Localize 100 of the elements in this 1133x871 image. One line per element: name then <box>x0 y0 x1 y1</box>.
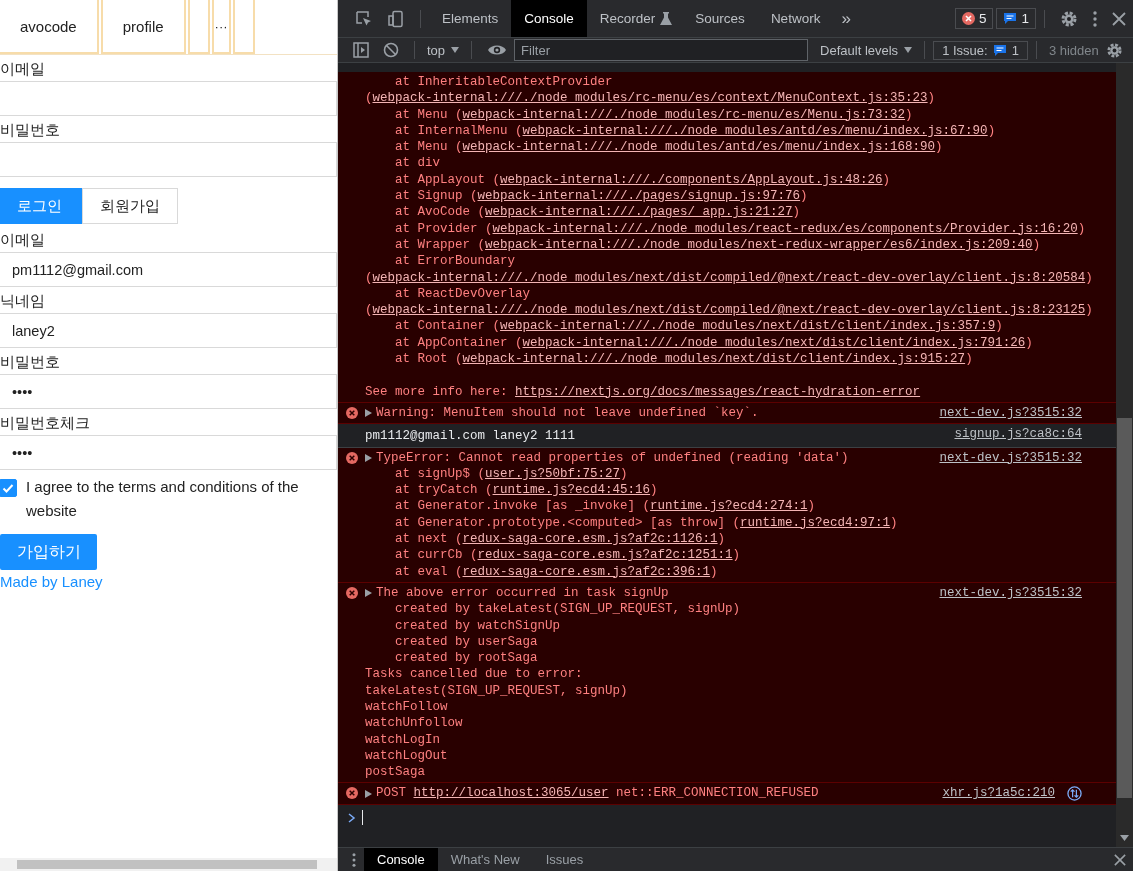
settings-icon[interactable] <box>1105 41 1123 59</box>
menu-overflow[interactable]: ··· <box>211 0 231 54</box>
expand-triangle-icon[interactable] <box>365 409 372 418</box>
console-line: watchLogIn <box>365 731 440 748</box>
docs-link[interactable]: https://nextjs.org/docs/messages/react-hydration-error <box>515 384 921 399</box>
drawer-tab[interactable]: What's New <box>437 848 533 871</box>
input-field[interactable]: laney2 <box>0 313 337 348</box>
input-field[interactable] <box>0 142 337 177</box>
stack-link[interactable]: webpack-internal:///./node_modules/next/dist/compiled/@next/react-dev-overlay/client.js:8:20584 <box>372 270 1086 285</box>
stack-link[interactable]: runtime.js?ecd4:45:16 <box>492 483 651 498</box>
console-line: postSaga <box>365 764 425 781</box>
menu-item[interactable]: profile <box>100 0 186 54</box>
inspect-icon[interactable] <box>355 9 373 28</box>
stack-link[interactable]: webpack-internal:///./node_modules/next/dist/client/index.js:357:9 <box>500 319 996 334</box>
stack-link[interactable]: webpack-internal:///./node_modules/next-redux-wrapper/es6/index.js:209:40 <box>485 237 1033 252</box>
close-icon[interactable] <box>1112 11 1126 26</box>
console-line: Tasks cancelled due to error: <box>365 666 583 683</box>
devtools-tab[interactable]: Console <box>511 0 587 37</box>
input-field[interactable]: pm1112@gmail.com <box>0 252 337 287</box>
stack-link[interactable]: webpack-internal:///./pages/signup.js:97:76 <box>477 189 801 204</box>
console-line: at tryCatch (runtime.js?ecd4:45:16) <box>394 482 658 499</box>
settings-icon[interactable] <box>1060 9 1078 28</box>
flask-icon <box>660 11 673 26</box>
close-icon[interactable] <box>1114 853 1126 866</box>
network-request-icon[interactable] <box>1067 786 1082 802</box>
kebab-menu-icon[interactable] <box>1092 9 1098 28</box>
scroll-down-arrow-icon[interactable] <box>1120 835 1129 841</box>
stack-link[interactable]: http://localhost:3065/user <box>413 786 609 801</box>
expand-triangle-icon[interactable] <box>365 589 372 598</box>
source-link[interactable]: next-dev.js?3515:32 <box>939 449 1082 466</box>
devtools-tab[interactable]: Recorder <box>586 0 669 37</box>
stack-link[interactable]: webpack-internal:///./node_modules/next/dist/client/index.js:791:26 <box>522 335 1026 350</box>
message-icon <box>992 43 1007 57</box>
device-icon[interactable] <box>387 9 405 28</box>
clear-console-icon[interactable] <box>383 42 399 58</box>
console-line: at div <box>394 155 441 172</box>
console-line: at Wrapper (webpack-internal:///./node_modules/next-redux-wrapper/es6/index.js:209:40) <box>394 236 1041 254</box>
error-count-badge[interactable]: 5 <box>954 8 994 29</box>
console-line: at next (redux-saga-core.esm.js?af2c:1126:1) <box>394 531 726 548</box>
console-line: watchFollow <box>365 699 448 716</box>
input-field[interactable]: •••• <box>0 374 337 409</box>
console-line: at Container (webpack-internal:///./node_modules/next/dist/client/index.js:357:9) <box>394 318 1003 335</box>
issues-button[interactable]: 1 Issue: 1 <box>933 40 1028 60</box>
console-line: created by userSaga <box>394 633 538 651</box>
source-link[interactable]: next-dev.js?3515:32 <box>939 584 1082 602</box>
filter-field[interactable]: Filter <box>514 39 809 61</box>
stack-link[interactable]: webpack-internal:///./node_modules/react-redux/es/components/Provider.js:16:20 <box>492 221 1078 236</box>
more-tabs-button[interactable]: » <box>833 8 859 29</box>
console-line: at Menu (webpack-internal:///./node_modules/antd/es/menu/index.js:168:90) <box>394 139 943 156</box>
console-line: at Provider (webpack-internal:///./node_modules/react-redux/es/components/Provider.js:16:20) <box>394 220 1086 237</box>
drawer-tab[interactable]: Issues <box>532 848 597 871</box>
error-icon <box>346 406 358 419</box>
stack-link[interactable]: user.js?50bf:75:27 <box>485 466 621 481</box>
console-line: at InheritableContextProvider (webpack-internal:///./node_modules/rc-menu/es/context/MenuContext.js:35:23) <box>365 74 937 107</box>
message-count-badge[interactable]: 1 <box>996 8 1036 29</box>
source-link[interactable]: next-dev.js?3515:32 <box>939 404 1082 422</box>
console-line: created by rootSaga <box>394 650 538 667</box>
stack-link[interactable]: webpack-internal:///./node_modules/antd/es/menu/index.js:168:90 <box>462 140 936 155</box>
stack-link[interactable]: webpack-internal:///./node_modules/antd/es/menu/index.js:67:90 <box>522 123 988 138</box>
stack-link[interactable]: webpack-internal:///./components/AppLayout.js:48:26 <box>500 172 883 187</box>
stack-link[interactable]: runtime.js?ecd4:274:1 <box>650 499 808 514</box>
stack-link[interactable]: webpack-internal:///./node_modules/rc-menu/es/context/MenuContext.js:35:23 <box>372 91 928 106</box>
horizontal-scrollbar[interactable] <box>0 858 337 871</box>
caret-icon <box>451 47 460 53</box>
caret-icon <box>904 47 913 53</box>
console-line: at Root (webpack-internal:///./node_modules/next/dist/client/index.js:915:27) <box>394 351 973 368</box>
source-link[interactable]: signup.js?ca8c:64 <box>954 426 1082 443</box>
context-dropdown[interactable]: top <box>423 42 464 58</box>
stack-link[interactable]: webpack-internal:///./node_modules/rc-menu/es/Menu.js:73:32 <box>462 107 906 122</box>
stack-link[interactable]: webpack-internal:///./node_modules/next/dist/client/index.js:915:27 <box>462 352 966 367</box>
console-line: The above error occurred in task signUp <box>376 584 669 602</box>
tab[interactable]: 회원가입 <box>82 188 178 224</box>
console-line: at ReactDevOverlay (webpack-internal:///./node_modules/next/dist/compiled/@next/react-dev-overlay/client.js:8:23125) <box>365 285 1093 319</box>
stack-link[interactable]: redux-saga-core.esm.js?af2c:1126:1 <box>462 532 718 546</box>
stack-link[interactable]: redux-saga-core.esm.js?af2c:1251:1 <box>477 548 733 563</box>
drawer-tab[interactable]: Console <box>364 848 438 871</box>
menu-item[interactable]: avocode <box>0 0 99 54</box>
stack-link[interactable]: webpack-internal:///./pages/_app.js:21:27 <box>485 205 793 220</box>
eye-icon[interactable] <box>487 43 508 57</box>
message-icon <box>1003 12 1018 25</box>
issues-count: 1 <box>1011 42 1019 58</box>
vertical-scrollbar[interactable] <box>1116 63 1133 847</box>
stack-link[interactable]: redux-saga-core.esm.js?af2c:396:1 <box>462 564 711 579</box>
source-link[interactable]: xhr.js?1a5c:210 <box>942 785 1055 802</box>
stack-link[interactable]: webpack-internal:///./node_modules/next/dist/compiled/@next/react-dev-overlay/client.js:8:23125 <box>372 303 1086 318</box>
checkbox[interactable] <box>0 479 17 497</box>
devtools-tab[interactable]: Elements <box>429 0 512 37</box>
sidebar-toggle-icon[interactable] <box>353 42 369 58</box>
devtools-tab[interactable]: Sources <box>682 0 758 37</box>
input-field[interactable] <box>0 81 337 116</box>
console-line: at Signup (webpack-internal:///./pages/signup.js:97:76) <box>394 188 808 205</box>
devtools-tab[interactable]: Network <box>757 0 834 37</box>
kebab-menu-icon[interactable] <box>351 851 357 868</box>
stack-link[interactable]: runtime.js?ecd4:97:1 <box>740 515 891 530</box>
expand-triangle-icon[interactable] <box>365 453 372 462</box>
expand-triangle-icon[interactable] <box>365 789 372 798</box>
input-field[interactable]: •••• <box>0 435 337 470</box>
field-label: 비밀번호체크 <box>0 413 91 433</box>
levels-dropdown[interactable]: Default levels <box>816 42 917 58</box>
error-count: 5 <box>978 11 987 26</box>
